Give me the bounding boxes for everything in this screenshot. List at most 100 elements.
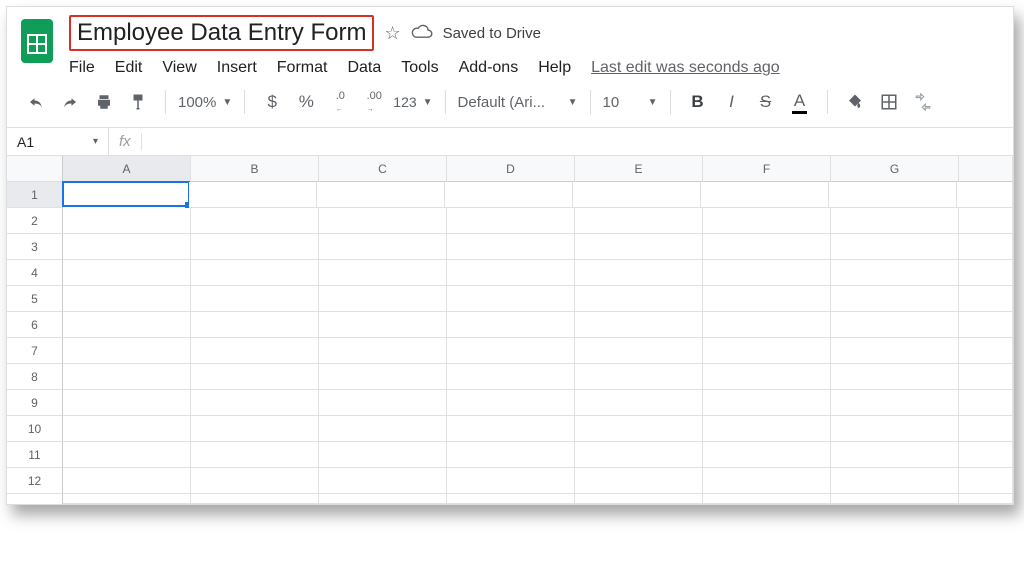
row-header[interactable]: 11 [7,442,63,468]
column-header[interactable]: A [63,156,191,182]
row-header[interactable]: 4 [7,260,63,286]
cell[interactable] [703,286,831,312]
cell[interactable] [575,494,703,504]
font-size-dropdown[interactable]: 10 ▼ [603,94,658,111]
cell[interactable] [831,234,959,260]
cell[interactable] [191,338,319,364]
italic-button[interactable]: I [717,87,747,117]
cell[interactable] [703,416,831,442]
cell[interactable] [63,494,191,504]
cell[interactable] [319,312,447,338]
menu-view[interactable]: View [162,59,196,77]
cell[interactable] [703,442,831,468]
cell[interactable] [63,286,191,312]
star-icon[interactable]: ☆ [384,23,400,44]
document-title-input[interactable]: Employee Data Entry Form [69,15,374,51]
name-box[interactable]: A1 ▾ [7,128,109,155]
cell[interactable] [703,494,831,504]
formula-bar-input[interactable] [142,128,1013,155]
more-formats-dropdown[interactable]: 123 ▼ [393,94,432,110]
row-header[interactable]: 9 [7,390,63,416]
cell[interactable] [959,286,1013,312]
cell[interactable] [831,494,959,504]
strikethrough-button[interactable]: S [751,87,781,117]
cell[interactable] [319,286,447,312]
cell[interactable] [63,208,191,234]
cell[interactable] [445,182,573,208]
cell[interactable] [959,442,1013,468]
cell[interactable] [831,338,959,364]
cell[interactable] [447,234,575,260]
cell[interactable] [447,390,575,416]
cell[interactable] [957,182,1013,208]
column-header[interactable]: F [703,156,831,182]
cell[interactable] [447,208,575,234]
cell[interactable] [189,182,317,208]
row-header[interactable]: 6 [7,312,63,338]
cell[interactable] [191,286,319,312]
column-header-partial[interactable] [959,156,1013,182]
bold-button[interactable]: B [683,87,713,117]
cell[interactable] [703,312,831,338]
row-header[interactable]: 7 [7,338,63,364]
menu-file[interactable]: File [69,59,95,77]
cell[interactable] [831,260,959,286]
cell[interactable] [191,208,319,234]
cell[interactable] [447,338,575,364]
borders-icon[interactable] [874,87,904,117]
cell[interactable] [319,208,447,234]
cell[interactable] [447,468,575,494]
cell[interactable] [831,208,959,234]
cell[interactable] [191,390,319,416]
cell[interactable] [703,208,831,234]
text-color-button[interactable]: A [785,87,815,117]
row-header[interactable]: 3 [7,234,63,260]
cell[interactable] [575,208,703,234]
column-header[interactable]: D [447,156,575,182]
cell[interactable] [831,312,959,338]
cell[interactable] [959,390,1013,416]
cell[interactable] [319,468,447,494]
cell[interactable] [191,234,319,260]
redo-icon[interactable] [55,87,85,117]
cell[interactable] [319,260,447,286]
cell[interactable] [191,312,319,338]
cell[interactable] [575,364,703,390]
cell[interactable] [63,234,191,260]
select-all-corner[interactable] [7,156,63,182]
column-header[interactable]: B [191,156,319,182]
cell[interactable] [63,260,191,286]
menu-format[interactable]: Format [277,59,328,77]
row-header[interactable]: 8 [7,364,63,390]
cell[interactable] [191,416,319,442]
cell[interactable] [447,312,575,338]
cell[interactable] [959,260,1013,286]
cell[interactable] [959,494,1013,504]
cell[interactable] [191,468,319,494]
cell[interactable] [191,364,319,390]
menu-data[interactable]: Data [347,59,381,77]
row-header[interactable]: 5 [7,286,63,312]
cell[interactable] [317,182,445,208]
sheets-logo-icon[interactable] [17,15,57,67]
cell[interactable] [831,416,959,442]
cell[interactable] [831,364,959,390]
cell[interactable] [447,260,575,286]
cell[interactable] [63,416,191,442]
cell[interactable] [573,182,701,208]
cell[interactable] [831,286,959,312]
format-currency-button[interactable]: $ [257,87,287,117]
paint-format-icon[interactable] [123,87,153,117]
cell[interactable] [831,390,959,416]
font-family-dropdown[interactable]: Default (Ari... ▼ [458,94,578,111]
cell[interactable] [959,208,1013,234]
cell[interactable] [575,468,703,494]
cell[interactable] [191,442,319,468]
increase-decimal-button[interactable]: .00→ [359,87,389,117]
cloud-saved-icon[interactable] [411,23,433,44]
cell[interactable] [703,260,831,286]
cell[interactable] [959,416,1013,442]
cell[interactable] [447,286,575,312]
cell[interactable] [63,468,191,494]
cell[interactable] [575,234,703,260]
